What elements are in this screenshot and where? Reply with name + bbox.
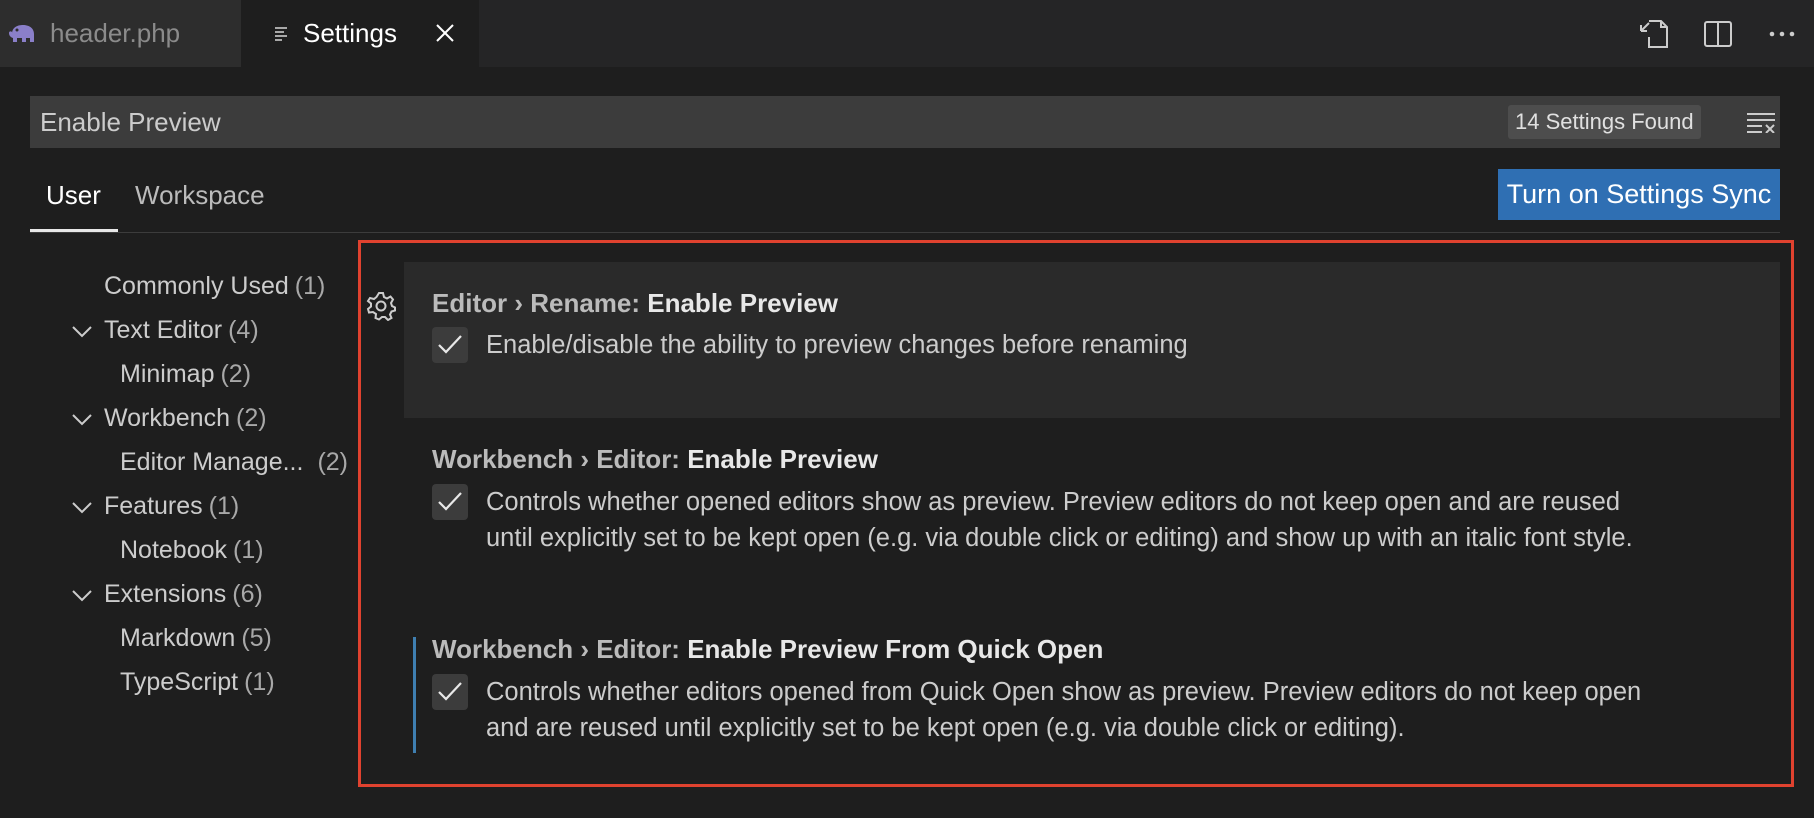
- toc-label: Extensions: [104, 580, 227, 608]
- toc-item-commonly-used[interactable]: Commonly Used (1): [104, 272, 325, 301]
- setting-editor-rename-enable-preview: Editor › Rename: Enable Preview Enable/d…: [404, 262, 1780, 418]
- chevron-down-icon[interactable]: [71, 496, 93, 518]
- toc-count: (1): [294, 272, 326, 300]
- setting-description: Controls whether editors opened from Qui…: [486, 674, 1756, 746]
- toc-count: (2): [220, 360, 252, 388]
- toc-item-typescript[interactable]: TypeScript (1): [120, 668, 275, 697]
- setting-checkbox[interactable]: [432, 327, 468, 363]
- clear-filter-icon[interactable]: [1746, 108, 1776, 136]
- check-icon: [438, 682, 462, 701]
- description-line: and are reused until explicitly set to b…: [486, 714, 1405, 742]
- close-icon[interactable]: [433, 21, 457, 45]
- results-count-badge: 14 Settings Found: [1508, 105, 1701, 139]
- toc-item-features[interactable]: Features (1): [104, 492, 239, 521]
- toc-label: Notebook: [120, 536, 228, 564]
- toc-count: (5): [241, 624, 272, 652]
- toc-item-notebook[interactable]: Notebook (1): [120, 536, 264, 565]
- setting-title: Workbench › Editor: Enable Preview From …: [432, 634, 1103, 665]
- toc-label: Editor Manage...: [120, 448, 304, 476]
- description-line: until explicitly set to be kept open (e.…: [486, 524, 1633, 552]
- chevron-down-icon[interactable]: [71, 408, 93, 430]
- setting-category: Workbench › Editor:: [432, 634, 688, 664]
- toc-count: (1): [244, 668, 275, 696]
- toc-count: (2): [317, 448, 348, 476]
- tab-label: Settings: [303, 18, 397, 48]
- tab-workspace[interactable]: Workspace: [135, 180, 265, 211]
- toc-item-extensions[interactable]: Extensions (6): [104, 580, 263, 609]
- setting-description: Controls whether opened editors show as …: [486, 484, 1756, 556]
- setting-title: Editor › Rename: Enable Preview: [432, 288, 838, 319]
- open-settings-json-icon[interactable]: [1622, 0, 1686, 67]
- tab-settings[interactable]: Settings: [241, 0, 479, 67]
- toc-label: TypeScript: [120, 668, 239, 696]
- toc-item-workbench[interactable]: Workbench (2): [104, 404, 267, 433]
- gear-icon[interactable]: [366, 291, 396, 322]
- toc-item-editor-management[interactable]: Editor Manage... (2): [120, 448, 348, 477]
- split-editor-icon[interactable]: [1686, 0, 1750, 67]
- setting-checkbox[interactable]: [432, 484, 468, 520]
- settings-search-box[interactable]: Enable Preview 14 Settings Found: [30, 96, 1780, 148]
- toc-count: (6): [232, 580, 263, 608]
- description-line: Controls whether opened editors show as …: [486, 488, 1621, 516]
- toc-label: Text Editor: [104, 316, 223, 344]
- toc-item-text-editor[interactable]: Text Editor (4): [104, 316, 259, 345]
- turn-on-settings-sync-button[interactable]: Turn on Settings Sync: [1498, 169, 1780, 220]
- setting-checkbox[interactable]: [432, 674, 468, 710]
- description-line: Controls whether editors opened from Qui…: [486, 678, 1642, 706]
- divider: [30, 232, 1780, 233]
- toc-count: (2): [236, 404, 267, 432]
- setting-title: Workbench › Editor: Enable Preview: [432, 444, 878, 475]
- setting-name: Enable Preview: [647, 288, 839, 318]
- check-icon: [438, 335, 462, 354]
- tab-header-php[interactable]: header.php: [0, 0, 241, 67]
- setting-workbench-editor-enable-preview: Workbench › Editor: Enable Preview Contr…: [404, 418, 1780, 608]
- search-input[interactable]: Enable Preview: [40, 96, 221, 148]
- check-icon: [438, 492, 462, 511]
- tab-label: header.php: [50, 18, 181, 48]
- toc-item-minimap[interactable]: Minimap (2): [120, 360, 251, 389]
- toc-count: (1): [233, 536, 264, 564]
- setting-name: Enable Preview From Quick Open: [687, 634, 1104, 664]
- toc-count: (1): [208, 492, 240, 520]
- setting-category: Workbench › Editor:: [432, 444, 688, 474]
- setting-name: Enable Preview: [687, 444, 878, 474]
- toc-label: Features: [104, 492, 203, 520]
- toc-label: Minimap: [120, 360, 215, 388]
- setting-category: Editor › Rename:: [432, 288, 648, 318]
- toc-label: Markdown: [120, 624, 236, 652]
- toc-item-markdown[interactable]: Markdown (5): [120, 624, 272, 653]
- editor-tab-bar: header.php Settings: [0, 0, 1814, 67]
- settings-list-icon: [273, 25, 291, 43]
- setting-workbench-editor-enable-preview-from-quick-open: Workbench › Editor: Enable Preview From …: [404, 608, 1780, 778]
- toc-count: (4): [228, 316, 259, 344]
- chevron-down-icon[interactable]: [71, 320, 93, 342]
- chevron-down-icon[interactable]: [71, 584, 93, 606]
- toc-label: Commonly Used: [104, 272, 289, 300]
- php-elephant-icon: [8, 24, 36, 44]
- tab-user[interactable]: User: [46, 180, 101, 211]
- setting-description: Enable/disable the ability to preview ch…: [486, 331, 1188, 359]
- toc-label: Workbench: [104, 404, 230, 432]
- more-actions-icon[interactable]: [1750, 0, 1814, 67]
